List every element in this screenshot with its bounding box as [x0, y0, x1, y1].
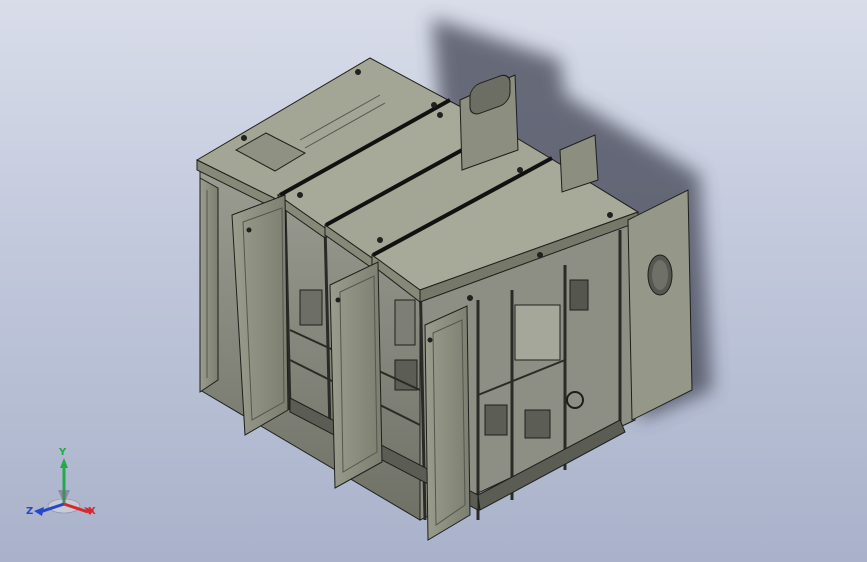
- door-1: [199, 177, 219, 393]
- x-axis-label: X: [88, 506, 96, 517]
- z-axis-label: Z: [26, 506, 34, 517]
- coordinate-triad[interactable]: Y X Z: [24, 448, 104, 528]
- cabinet-model[interactable]: [0, 0, 867, 562]
- y-axis-label: Y: [59, 447, 67, 458]
- graphics-viewport[interactable]: Y X Z: [0, 0, 867, 562]
